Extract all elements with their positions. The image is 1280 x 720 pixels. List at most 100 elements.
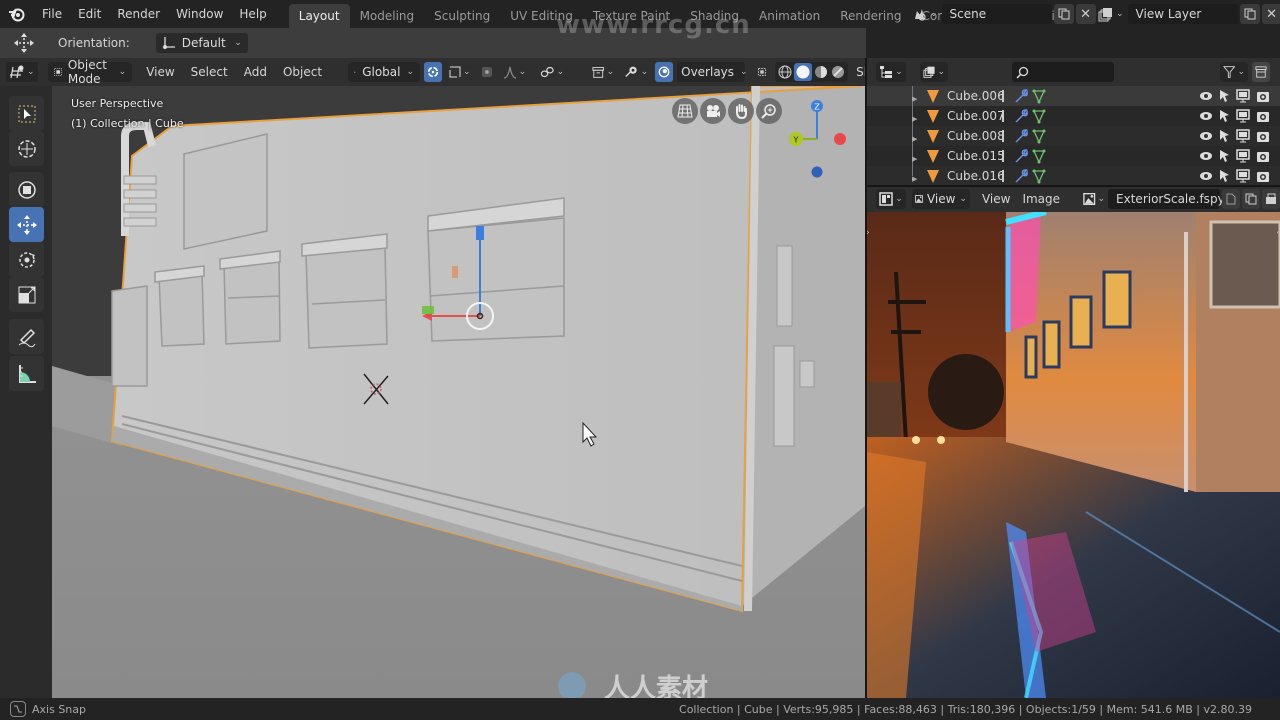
mesh-data-icon[interactable]: [1032, 148, 1046, 164]
eye-icon[interactable]: [1199, 110, 1213, 122]
zoom-view-button[interactable]: [756, 98, 782, 124]
monitor-icon[interactable]: [1236, 109, 1250, 123]
outliner-item[interactable]: ▶ Cube.007: [866, 106, 1280, 126]
menu-edit[interactable]: Edit: [70, 0, 109, 28]
orientation-dropdown[interactable]: Default ⌄: [155, 33, 248, 53]
outliner-search-input[interactable]: [1012, 62, 1114, 82]
shading-material-button[interactable]: [813, 64, 829, 80]
image-browse-button[interactable]: ⌄: [1080, 189, 1108, 209]
shading-solid-button[interactable]: [794, 63, 813, 81]
expand-arrow-icon[interactable]: ▶: [912, 135, 917, 143]
transform-orientation-dropdown[interactable]: Global ⌄: [348, 62, 421, 82]
image-editor-canvas[interactable]: ‹ ›: [866, 212, 1280, 698]
tool-scale[interactable]: [9, 277, 44, 312]
image-menu-view[interactable]: View: [976, 192, 1016, 206]
tool-cursor[interactable]: [9, 131, 44, 166]
expand-arrow-icon[interactable]: ▶: [912, 115, 917, 123]
tab-sculpting[interactable]: Sculpting: [424, 4, 500, 28]
monitor-icon[interactable]: [1236, 169, 1250, 183]
overlays-dropdown[interactable]: Overlays ⌄: [677, 62, 748, 82]
tool-measure[interactable]: [9, 356, 44, 391]
menu-window[interactable]: Window: [168, 0, 231, 28]
select-arrow-icon[interactable]: [1218, 109, 1230, 123]
blender-logo-icon[interactable]: [0, 0, 34, 28]
toggle-ortho-button[interactable]: [672, 98, 698, 124]
camera-view-button[interactable]: [700, 98, 726, 124]
menu-help[interactable]: Help: [231, 0, 274, 28]
mode-dropdown[interactable]: Object Mode ⌄: [47, 58, 133, 86]
expand-arrow-icon[interactable]: ▶: [912, 95, 917, 103]
tool-select-box[interactable]: [9, 96, 44, 131]
modifier-wrench-icon[interactable]: [1014, 168, 1028, 184]
camera-render-icon[interactable]: [1256, 149, 1270, 163]
select-arrow-icon[interactable]: [1218, 149, 1230, 163]
view-layer-name-field[interactable]: View Layer: [1127, 4, 1238, 24]
select-arrow-icon[interactable]: [1218, 169, 1230, 183]
overlays-toggle[interactable]: [655, 62, 674, 82]
outliner-editor-type-button[interactable]: ⌄: [876, 62, 906, 82]
image-menu-image[interactable]: Image: [1016, 192, 1066, 206]
view-layer-browse-button[interactable]: ⌄: [1094, 4, 1128, 24]
select-arrow-icon[interactable]: [1218, 129, 1230, 143]
scene-name-field[interactable]: Scene: [941, 4, 1052, 24]
menu-object[interactable]: Object: [277, 65, 328, 79]
camera-render-icon[interactable]: [1256, 89, 1270, 103]
proportional-editing-toggle[interactable]: [478, 62, 496, 82]
tab-animation[interactable]: Animation: [749, 4, 830, 28]
mesh-data-icon[interactable]: [1032, 88, 1046, 104]
object-name[interactable]: Cube.008: [947, 129, 1005, 143]
modifier-wrench-icon[interactable]: [1014, 128, 1028, 144]
tool-transform[interactable]: [9, 172, 44, 207]
snap-target-dropdown[interactable]: ⌄: [446, 62, 474, 82]
area-divider[interactable]: [865, 58, 867, 698]
filter-dropdown[interactable]: ⌄: [1220, 62, 1248, 82]
gizmo-dropdown[interactable]: ⌄: [621, 62, 651, 82]
new-view-layer-button[interactable]: [1239, 4, 1260, 24]
shading-rendered-button[interactable]: [830, 64, 846, 80]
camera-render-icon[interactable]: [1256, 169, 1270, 183]
navigation-gizmo[interactable]: Z Y: [782, 94, 852, 194]
eye-icon[interactable]: [1199, 150, 1213, 162]
area-divider[interactable]: [866, 185, 1280, 187]
object-name[interactable]: Cube.016: [947, 169, 1005, 183]
select-arrow-icon[interactable]: [1218, 89, 1230, 103]
tab-layout[interactable]: Layout: [288, 4, 350, 28]
image-editor-type-button[interactable]: ⌄: [876, 189, 906, 209]
object-name[interactable]: Cube.015: [947, 149, 1005, 163]
region-toggle-icon[interactable]: ‹: [1276, 228, 1280, 238]
delete-scene-button[interactable]: ✕: [1075, 4, 1096, 24]
xray-toggle[interactable]: [753, 62, 771, 82]
eye-icon[interactable]: [1199, 130, 1213, 142]
tool-annotate[interactable]: [9, 319, 44, 354]
camera-render-icon[interactable]: [1256, 109, 1270, 123]
menu-add[interactable]: Add: [238, 65, 273, 79]
open-image-button[interactable]: [1262, 189, 1280, 209]
modifier-wrench-icon[interactable]: [1014, 88, 1028, 104]
object-link-dropdown[interactable]: ⌄: [537, 62, 567, 82]
pivot-point-button[interactable]: [424, 62, 443, 82]
outliner-item[interactable]: ▶ Cube.015: [866, 146, 1280, 166]
eye-icon[interactable]: [1199, 170, 1213, 182]
delete-view-layer-button[interactable]: ✕: [1261, 4, 1280, 24]
monitor-icon[interactable]: [1236, 149, 1250, 163]
shading-wireframe-button[interactable]: [777, 64, 793, 80]
monitor-icon[interactable]: [1236, 89, 1250, 103]
outliner-item[interactable]: ▶ Cube.016: [866, 166, 1280, 186]
tab-modeling[interactable]: Modeling: [350, 4, 425, 28]
new-image-button[interactable]: [1242, 189, 1261, 209]
mesh-data-icon[interactable]: [1032, 128, 1046, 144]
monitor-icon[interactable]: [1236, 129, 1250, 143]
menu-render[interactable]: Render: [109, 0, 168, 28]
tool-rotate[interactable]: [9, 242, 44, 277]
scene-browse-button[interactable]: ⌄: [908, 4, 942, 24]
pan-view-button[interactable]: [728, 98, 754, 124]
image-name-field[interactable]: ExteriorScale.fspy: [1108, 189, 1225, 209]
display-mode-dropdown[interactable]: ⌄: [920, 62, 948, 82]
mesh-data-icon[interactable]: [1032, 108, 1046, 124]
tab-rendering[interactable]: Rendering: [830, 4, 911, 28]
new-collection-button[interactable]: [1252, 62, 1270, 82]
visibility-dropdown[interactable]: ⌄: [589, 62, 617, 82]
fake-user-button[interactable]: [1222, 189, 1241, 209]
expand-arrow-icon[interactable]: ▶: [912, 155, 917, 163]
outliner-item[interactable]: ▶ Cube.008: [866, 126, 1280, 146]
